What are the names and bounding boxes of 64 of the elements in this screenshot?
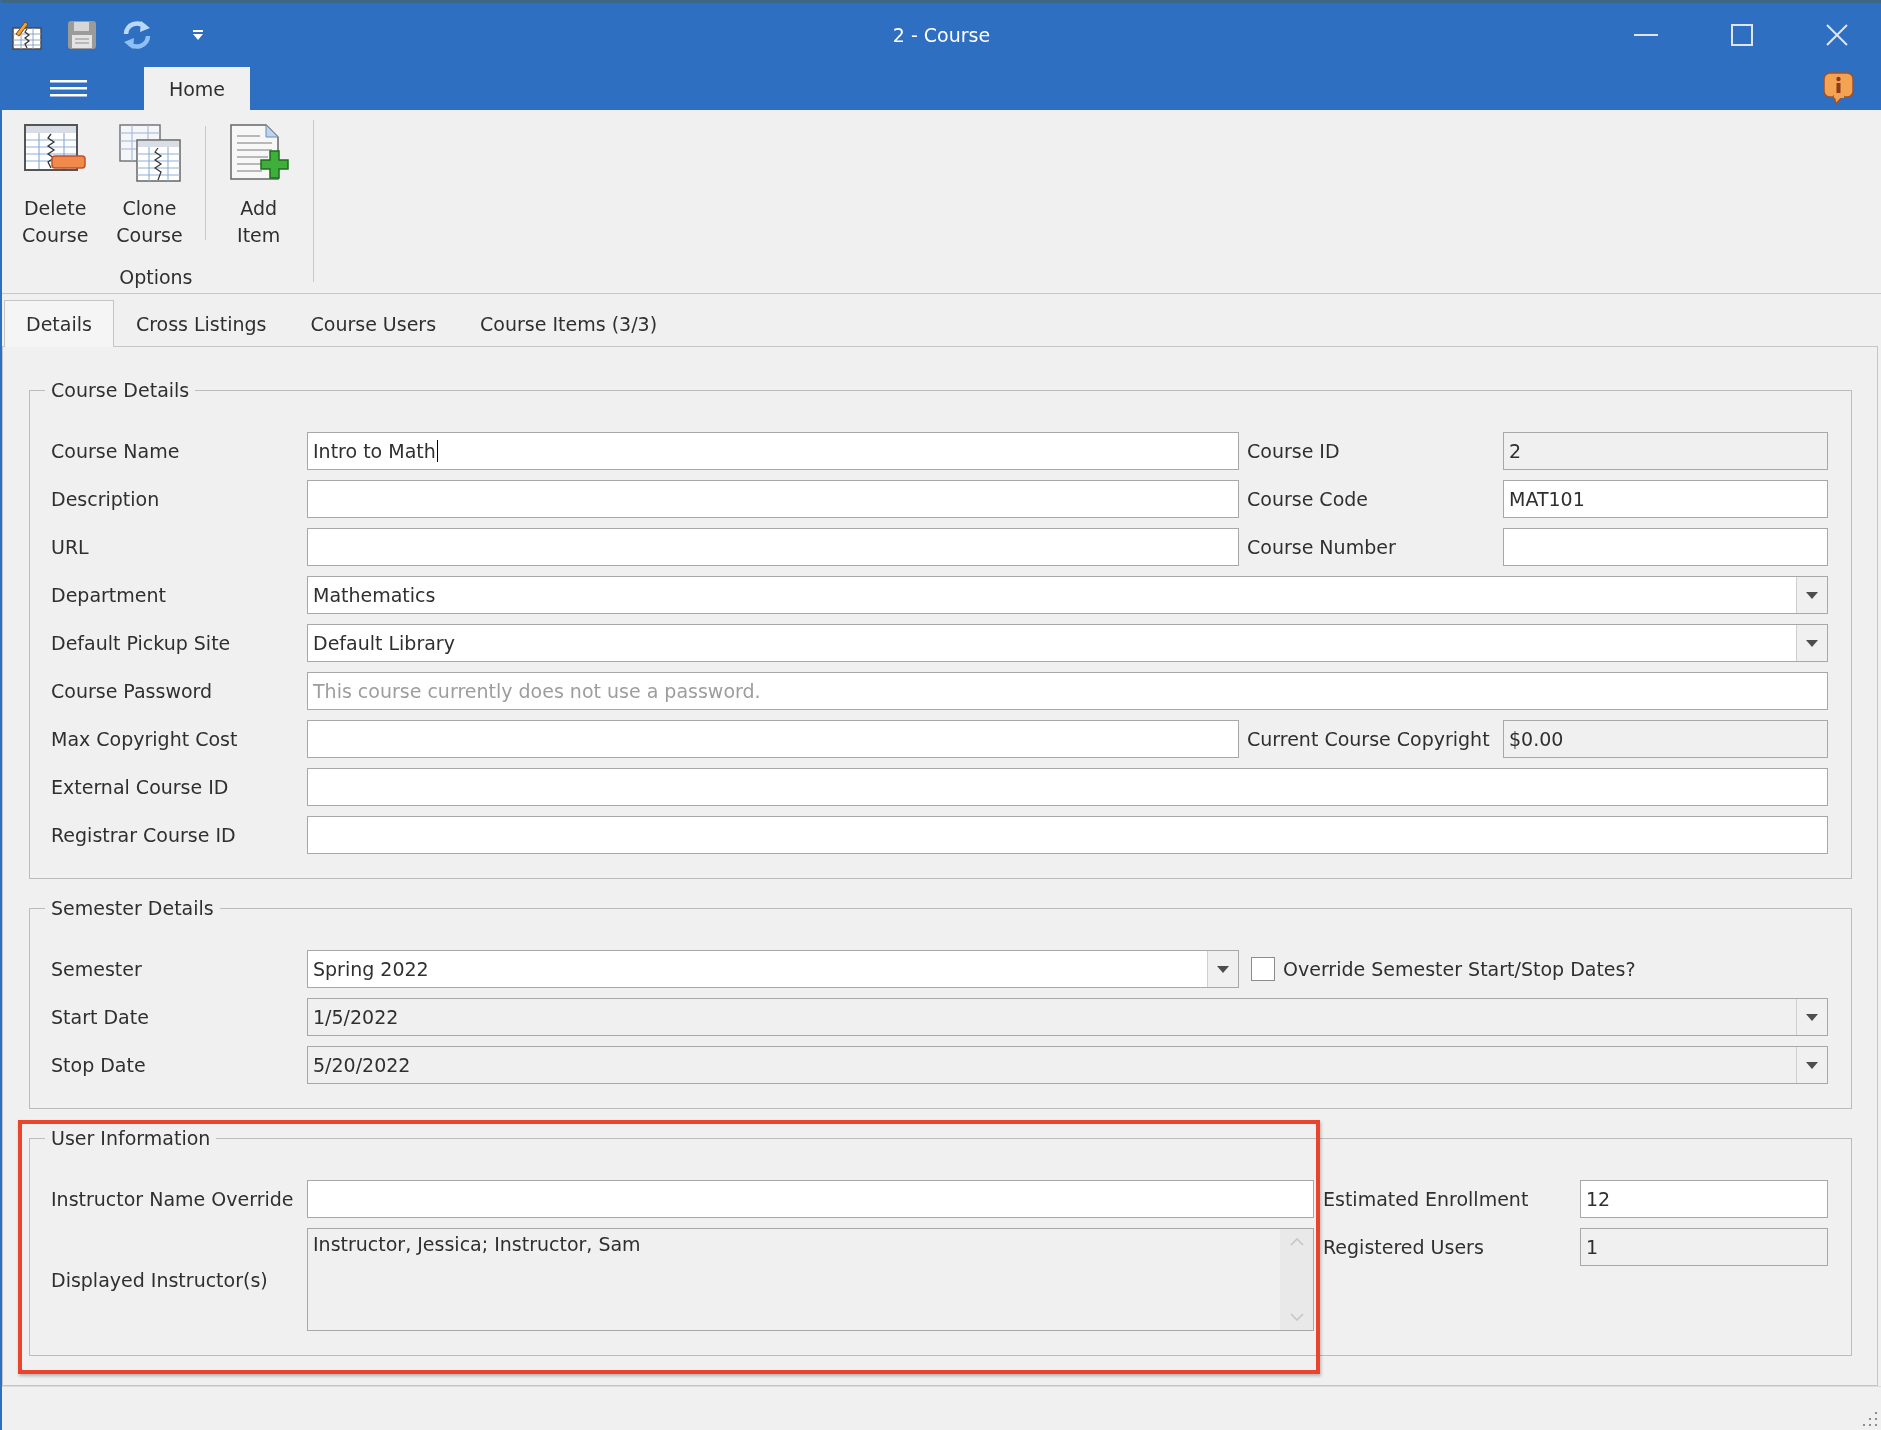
field-label: Course Password xyxy=(51,679,213,703)
ribbon-button[interactable]: Delete Course xyxy=(16,124,95,249)
dropdown-button[interactable] xyxy=(1796,625,1827,661)
ribbon-group-label: Options xyxy=(119,265,193,289)
text-field[interactable] xyxy=(307,768,1828,806)
field-label: Registered Users xyxy=(1323,1235,1484,1259)
field-label: Description xyxy=(51,487,160,511)
tab[interactable]: Details xyxy=(4,300,114,347)
minimize-icon[interactable] xyxy=(1634,33,1658,36)
checkbox[interactable] xyxy=(1251,957,1275,981)
text-field[interactable] xyxy=(307,528,1239,566)
field-label: Displayed Instructor(s) xyxy=(51,1267,268,1292)
field-label: Registrar Course ID xyxy=(51,823,236,847)
field-label: Department xyxy=(51,583,166,607)
ribbon-button[interactable]: Add Item xyxy=(221,124,296,249)
menu-icon[interactable] xyxy=(50,79,87,97)
text-field[interactable] xyxy=(307,816,1828,854)
field-label: Estimated Enrollment xyxy=(1323,1187,1529,1211)
refresh-icon[interactable] xyxy=(121,18,153,51)
dropdown-button[interactable] xyxy=(1207,951,1238,987)
tab[interactable]: Course Users xyxy=(288,300,459,346)
tab[interactable]: Cross Listings xyxy=(113,300,289,346)
text-field[interactable]: MAT101 xyxy=(1503,480,1828,518)
field-label: Semester xyxy=(51,957,142,981)
two-tables-icon xyxy=(118,124,181,182)
ribbon-button[interactable]: Clone Course xyxy=(110,124,189,249)
field-label: Start Date xyxy=(51,1005,149,1029)
text-field[interactable]: 12 xyxy=(1580,1180,1828,1218)
ribbon-tab[interactable]: Home xyxy=(144,67,250,110)
field-label: Course Code xyxy=(1247,487,1368,511)
field-label: External Course ID xyxy=(51,775,229,799)
text-field[interactable] xyxy=(1503,528,1828,566)
close-icon[interactable] xyxy=(1826,23,1848,46)
caret-down-icon xyxy=(1806,591,1818,599)
window-title: 2 - Course xyxy=(892,23,991,46)
text-field[interactable]: Intro to Math xyxy=(307,432,1239,470)
caret-down-icon xyxy=(1806,639,1818,647)
dropdown-field[interactable]: Default Library xyxy=(307,624,1828,662)
field-label: Course ID xyxy=(1247,439,1340,463)
info-bubble-icon[interactable] xyxy=(1823,71,1854,105)
dropdown-field[interactable]: Mathematics xyxy=(307,576,1828,614)
dropdown-button[interactable] xyxy=(1796,577,1827,613)
caret-down-icon[interactable] xyxy=(192,29,204,40)
field-label: Course Name xyxy=(51,439,180,463)
text-field[interactable] xyxy=(307,480,1239,518)
field-label: Max Copyright Cost xyxy=(51,727,238,751)
field-label: URL xyxy=(51,535,89,559)
checkbox-label[interactable]: Override Semester Start/Stop Dates? xyxy=(1283,957,1636,981)
field-label: Instructor Name Override xyxy=(51,1187,294,1211)
caret-down-icon xyxy=(1806,1013,1818,1021)
text-field[interactable] xyxy=(307,1180,1314,1218)
field-label: Stop Date xyxy=(51,1053,146,1077)
resize-grip-icon[interactable] xyxy=(1862,1411,1878,1427)
document-plus-icon xyxy=(227,124,290,182)
caret-down-icon xyxy=(1217,965,1229,973)
field-label: Default Pickup Site xyxy=(51,631,231,655)
save-icon[interactable] xyxy=(67,19,97,50)
tab[interactable]: Course Items (3/3) xyxy=(458,300,680,346)
field-label: Course Number xyxy=(1247,535,1396,559)
text-field[interactable] xyxy=(307,720,1239,758)
caret-down-icon xyxy=(1806,1061,1818,1069)
dropdown-field[interactable]: Spring 2022 xyxy=(307,950,1239,988)
field-label: Current Course Copyright xyxy=(1247,727,1490,751)
maximize-icon[interactable] xyxy=(1731,23,1753,46)
